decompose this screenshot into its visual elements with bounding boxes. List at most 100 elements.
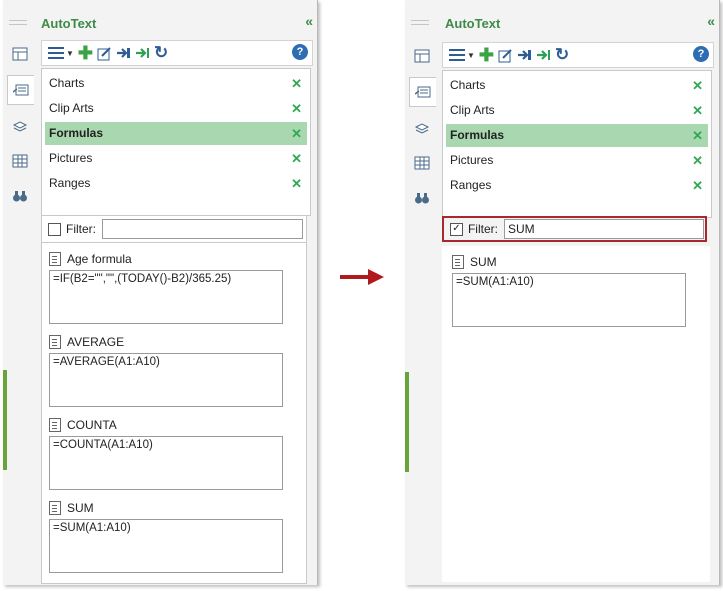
delete-category-icon[interactable]: ✕: [692, 174, 703, 197]
insert-arrow-icon[interactable]: [116, 43, 131, 63]
category-item-clip-arts[interactable]: Clip Arts ✕: [446, 99, 708, 122]
category-label: Pictures: [450, 153, 494, 167]
collapse-pane-icon[interactable]: «: [707, 13, 715, 29]
category-label: Ranges: [450, 178, 492, 192]
autotext-pane-before: AutoText « ▼ ✚ ↻ ? Charts ✕ Clip Arts ✕ …: [3, 0, 318, 585]
side-tab-strip: [7, 40, 35, 217]
delete-category-icon[interactable]: ✕: [291, 97, 302, 120]
entry-preview[interactable]: =IF(B2="","",(TODAY()-B2)/365.25): [49, 270, 283, 324]
delete-category-icon[interactable]: ✕: [291, 72, 302, 95]
export-icon[interactable]: [536, 45, 551, 65]
category-item-charts[interactable]: Charts ✕: [45, 72, 307, 95]
category-label: Clip Arts: [450, 103, 495, 117]
stack-icon[interactable]: [7, 112, 33, 140]
delete-category-icon[interactable]: ✕: [291, 172, 302, 195]
entry-list: Age formula =IF(B2="","",(TODAY()-B2)/36…: [41, 242, 307, 584]
category-label: Charts: [450, 78, 486, 92]
category-item-charts[interactable]: Charts ✕: [446, 74, 708, 97]
category-list: Charts ✕ Clip Arts ✕ Formulas ✕ Pictures…: [442, 70, 712, 218]
pane-grip[interactable]: [411, 20, 429, 25]
category-list: Charts ✕ Clip Arts ✕ Formulas ✕ Pictures…: [41, 68, 311, 216]
category-item-formulas[interactable]: Formulas ✕: [45, 122, 307, 145]
stack-icon[interactable]: [409, 114, 435, 142]
delete-category-icon[interactable]: ✕: [692, 99, 703, 122]
edit-icon[interactable]: [498, 45, 513, 65]
entry-name: AVERAGE: [67, 335, 125, 349]
filter-input[interactable]: [102, 219, 303, 239]
entry-preview[interactable]: =COUNTA(A1:A10): [49, 436, 283, 490]
category-label: Formulas: [49, 126, 104, 140]
autotext-pane-after: AutoText « ▼ ✚ ↻ ? Charts ✕ Clip Arts ✕ …: [405, 0, 720, 585]
document-icon: [49, 252, 61, 266]
filter-bar: Filter:: [41, 215, 307, 243]
binoculars-icon[interactable]: [409, 184, 435, 212]
pane-grip[interactable]: [9, 20, 27, 25]
document-icon: [49, 335, 61, 349]
category-label: Pictures: [49, 151, 93, 165]
category-item-clip-arts[interactable]: Clip Arts ✕: [45, 97, 307, 120]
entry-sum[interactable]: SUM =SUM(A1:A10): [452, 254, 686, 327]
category-label: Charts: [49, 76, 85, 90]
category-item-pictures[interactable]: Pictures ✕: [446, 149, 708, 172]
category-item-pictures[interactable]: Pictures ✕: [45, 147, 307, 170]
entry-name: COUNTA: [67, 418, 117, 432]
entry-sum[interactable]: SUM =SUM(A1:A10): [49, 500, 283, 573]
document-icon: [452, 255, 464, 269]
entry-average[interactable]: AVERAGE =AVERAGE(A1:A10): [49, 334, 283, 407]
entry-age-formula[interactable]: Age formula =IF(B2="","",(TODAY()-B2)/36…: [49, 251, 283, 324]
entry-name: SUM: [470, 255, 497, 269]
entry-counta[interactable]: COUNTA =COUNTA(A1:A10): [49, 417, 283, 490]
autotext-toolbar: ▼ ✚ ↻ ?: [442, 42, 714, 68]
export-icon[interactable]: [135, 43, 150, 63]
menu-list-icon[interactable]: [449, 45, 465, 65]
entry-list: SUM =SUM(A1:A10): [442, 246, 710, 582]
refresh-icon[interactable]: ↻: [555, 45, 569, 65]
category-label: Formulas: [450, 128, 505, 142]
binoculars-icon[interactable]: [7, 182, 33, 210]
table-icon[interactable]: [409, 42, 435, 70]
filter-highlight-frame: [442, 216, 707, 242]
entry-name: SUM: [67, 501, 94, 515]
insert-arrow-icon[interactable]: [517, 45, 532, 65]
menu-list-icon[interactable]: [48, 43, 64, 63]
pane-resize-handle[interactable]: [405, 372, 409, 472]
dropdown-caret-icon[interactable]: ▼: [66, 43, 74, 63]
collapse-pane-icon[interactable]: «: [305, 13, 313, 29]
delete-category-icon[interactable]: ✕: [692, 149, 703, 172]
delete-category-icon[interactable]: ✕: [291, 147, 302, 170]
grid-icon[interactable]: [409, 149, 435, 177]
entry-preview[interactable]: =AVERAGE(A1:A10): [49, 353, 283, 407]
pane-title: AutoText: [41, 16, 97, 31]
help-icon[interactable]: ?: [693, 46, 709, 62]
document-icon: [49, 418, 61, 432]
filter-checkbox[interactable]: [48, 222, 61, 236]
help-icon[interactable]: ?: [292, 44, 308, 60]
pane-title: AutoText: [445, 16, 501, 31]
entry-preview[interactable]: =SUM(A1:A10): [49, 519, 283, 573]
delete-category-icon[interactable]: ✕: [692, 124, 703, 147]
add-icon[interactable]: ✚: [78, 43, 93, 63]
grid-icon[interactable]: [7, 147, 33, 175]
side-tab-strip: [409, 42, 437, 219]
delete-category-icon[interactable]: ✕: [692, 74, 703, 97]
category-item-formulas[interactable]: Formulas ✕: [446, 124, 708, 147]
add-icon[interactable]: ✚: [479, 45, 494, 65]
filter-label: Filter:: [66, 222, 96, 236]
arrow-right-icon: [340, 269, 384, 285]
pane-resize-handle[interactable]: [3, 370, 7, 470]
autotext-icon[interactable]: [409, 77, 436, 107]
edit-icon[interactable]: [97, 43, 112, 63]
category-label: Clip Arts: [49, 101, 94, 115]
autotext-toolbar: ▼ ✚ ↻ ?: [41, 40, 313, 66]
table-icon[interactable]: [7, 40, 33, 68]
delete-category-icon[interactable]: ✕: [291, 122, 302, 145]
autotext-icon[interactable]: [7, 75, 34, 105]
category-item-ranges[interactable]: Ranges ✕: [45, 172, 307, 195]
category-item-ranges[interactable]: Ranges ✕: [446, 174, 708, 197]
entry-name: Age formula: [67, 252, 132, 266]
document-icon: [49, 501, 61, 515]
refresh-icon[interactable]: ↻: [154, 43, 168, 63]
dropdown-caret-icon[interactable]: ▼: [467, 45, 475, 65]
category-label: Ranges: [49, 176, 91, 190]
entry-preview[interactable]: =SUM(A1:A10): [452, 273, 686, 327]
